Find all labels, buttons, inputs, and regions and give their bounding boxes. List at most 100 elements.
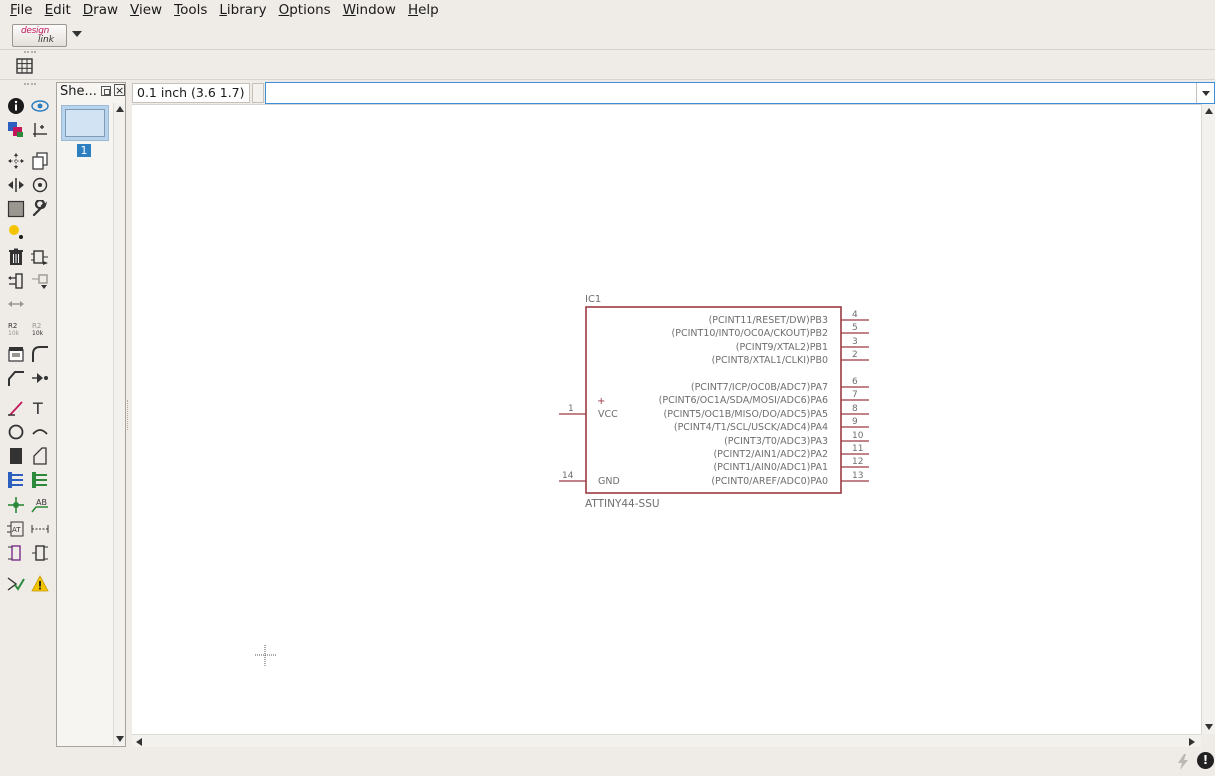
scroll-down-icon[interactable]: [1205, 724, 1213, 730]
delete-icon[interactable]: [6, 247, 26, 267]
pin-label: (PCINT6/OC1A/SDA/MOSI/ADC6)PA6: [659, 395, 828, 406]
sheets-panel: She... × 1: [56, 82, 126, 747]
arc-icon[interactable]: [30, 422, 50, 442]
menu-file[interactable]: File: [5, 1, 38, 19]
design-link-button[interactable]: design link: [12, 24, 67, 47]
value-icon[interactable]: R2 10k: [30, 319, 50, 339]
toolbar-grip[interactable]: [24, 51, 36, 54]
error-icon[interactable]: !: [1197, 752, 1214, 769]
optimize-icon[interactable]: [6, 368, 26, 388]
pin-label: GND: [598, 476, 620, 487]
smash-icon[interactable]: [6, 221, 26, 241]
replace-icon[interactable]: [6, 294, 26, 314]
pin-number: 6: [852, 377, 858, 387]
sheet-thumbnail-paper: [65, 109, 105, 137]
menu-options[interactable]: Options: [274, 1, 336, 19]
frame-icon[interactable]: [6, 543, 26, 563]
right-pins: 4 (PCINT11/RESET/DW)PB3 5 (PCINT10/INT0/…: [659, 310, 869, 487]
split-icon[interactable]: [6, 344, 26, 364]
menu-bar: File Edit Draw View Tools Library Option…: [0, 0, 1215, 20]
rotate-icon[interactable]: [30, 175, 50, 195]
lightning-icon[interactable]: [1176, 754, 1190, 770]
menu-draw[interactable]: Draw: [78, 1, 123, 19]
pin-number: 2: [852, 350, 858, 360]
panel-splitter[interactable]: [127, 400, 129, 430]
svg-text:AB: AB: [36, 498, 47, 507]
grid-toolbar: [0, 51, 1215, 80]
info-icon[interactable]: [6, 96, 26, 116]
svg-text:T: T: [32, 399, 43, 417]
menu-library[interactable]: Library: [214, 1, 271, 19]
scroll-left-icon[interactable]: [136, 738, 142, 746]
sheets-scrollbar[interactable]: [113, 103, 125, 745]
menu-help[interactable]: Help: [403, 1, 444, 19]
scroll-up-icon[interactable]: [1205, 108, 1213, 114]
display-layers-icon[interactable]: [6, 120, 26, 140]
part-value-label[interactable]: ATTINY44-SSU: [585, 498, 660, 510]
scroll-up-icon[interactable]: [116, 106, 124, 112]
scroll-down-icon[interactable]: [116, 736, 124, 742]
add-part-icon[interactable]: [30, 247, 50, 267]
mark-icon[interactable]: [30, 120, 50, 140]
grid-icon[interactable]: [16, 58, 33, 74]
main-toolbar: design link: [0, 21, 1215, 50]
canvas-horizontal-scrollbar[interactable]: [132, 734, 1201, 747]
tools-panel: R2 10k R2 10k T AB AT: [0, 90, 54, 610]
svg-text:R2: R2: [32, 322, 41, 330]
menu-edit[interactable]: Edit: [40, 1, 76, 19]
group-icon[interactable]: [6, 199, 26, 219]
pin-label: (PCINT7/ICP/OC0B/ADC7)PA7: [691, 382, 828, 393]
close-icon[interactable]: ×: [114, 84, 125, 96]
svg-text:AT: AT: [12, 526, 21, 534]
miter-icon[interactable]: [30, 344, 50, 364]
scroll-right-icon[interactable]: [1189, 738, 1195, 746]
junction-icon[interactable]: [6, 495, 26, 515]
pin-label: (PCINT11/RESET/DW)PB3: [709, 315, 828, 326]
rectangle-icon[interactable]: [6, 446, 26, 466]
sheet-thumbnail[interactable]: [61, 105, 109, 141]
chevron-down-icon[interactable]: [72, 31, 82, 37]
part-name-label[interactable]: IC1: [585, 294, 601, 305]
command-input[interactable]: [265, 82, 1215, 104]
command-history-dropdown[interactable]: [1196, 83, 1214, 103]
net-icon[interactable]: [30, 470, 50, 490]
toolbar-grip[interactable]: [24, 83, 36, 86]
float-panel-icon[interactable]: [101, 86, 111, 96]
circle-icon[interactable]: [6, 422, 26, 442]
errors-icon[interactable]: [30, 574, 50, 594]
mirror-icon[interactable]: [6, 175, 26, 195]
text-icon[interactable]: T: [30, 398, 50, 418]
canvas-vertical-scrollbar[interactable]: [1201, 104, 1215, 734]
label-icon[interactable]: AB: [30, 495, 50, 515]
svg-text:R2: R2: [8, 322, 17, 330]
sheet-number[interactable]: 1: [77, 144, 91, 157]
pin-number: 12: [852, 457, 863, 467]
crosshair-cursor-icon: [255, 645, 276, 666]
move-icon[interactable]: [6, 151, 26, 171]
copy-icon[interactable]: [30, 151, 50, 171]
change-icon[interactable]: [30, 199, 50, 219]
pinswap-icon[interactable]: [6, 271, 26, 291]
show-icon[interactable]: [30, 96, 50, 116]
polygon-icon[interactable]: [30, 446, 50, 466]
attribute-icon[interactable]: AT: [6, 519, 26, 539]
name-icon[interactable]: R2 10k: [6, 319, 26, 339]
gateswap-icon[interactable]: [30, 271, 50, 291]
pin-number: 9: [852, 417, 858, 427]
svg-text:10k: 10k: [32, 330, 44, 337]
pin-number: 13: [852, 471, 863, 481]
dimension-icon[interactable]: [30, 519, 50, 539]
line-icon[interactable]: [6, 398, 26, 418]
module-icon[interactable]: [30, 543, 50, 563]
erc-icon[interactable]: [6, 574, 26, 594]
menu-window[interactable]: Window: [338, 1, 401, 19]
invoke-icon[interactable]: [30, 368, 50, 388]
schematic-canvas[interactable]: IC1 ATTINY44-SSU + 1 VCC 14 GND 4 (PCINT…: [132, 104, 1201, 734]
bus-icon[interactable]: [6, 470, 26, 490]
status-bar: [0, 748, 1215, 776]
pin-number: 14: [562, 471, 574, 481]
pin-number: 3: [852, 337, 858, 347]
menu-view[interactable]: View: [125, 1, 167, 19]
schematic-drawing: IC1 ATTINY44-SSU + 1 VCC 14 GND 4 (PCINT…: [255, 294, 869, 666]
menu-tools[interactable]: Tools: [169, 1, 212, 19]
